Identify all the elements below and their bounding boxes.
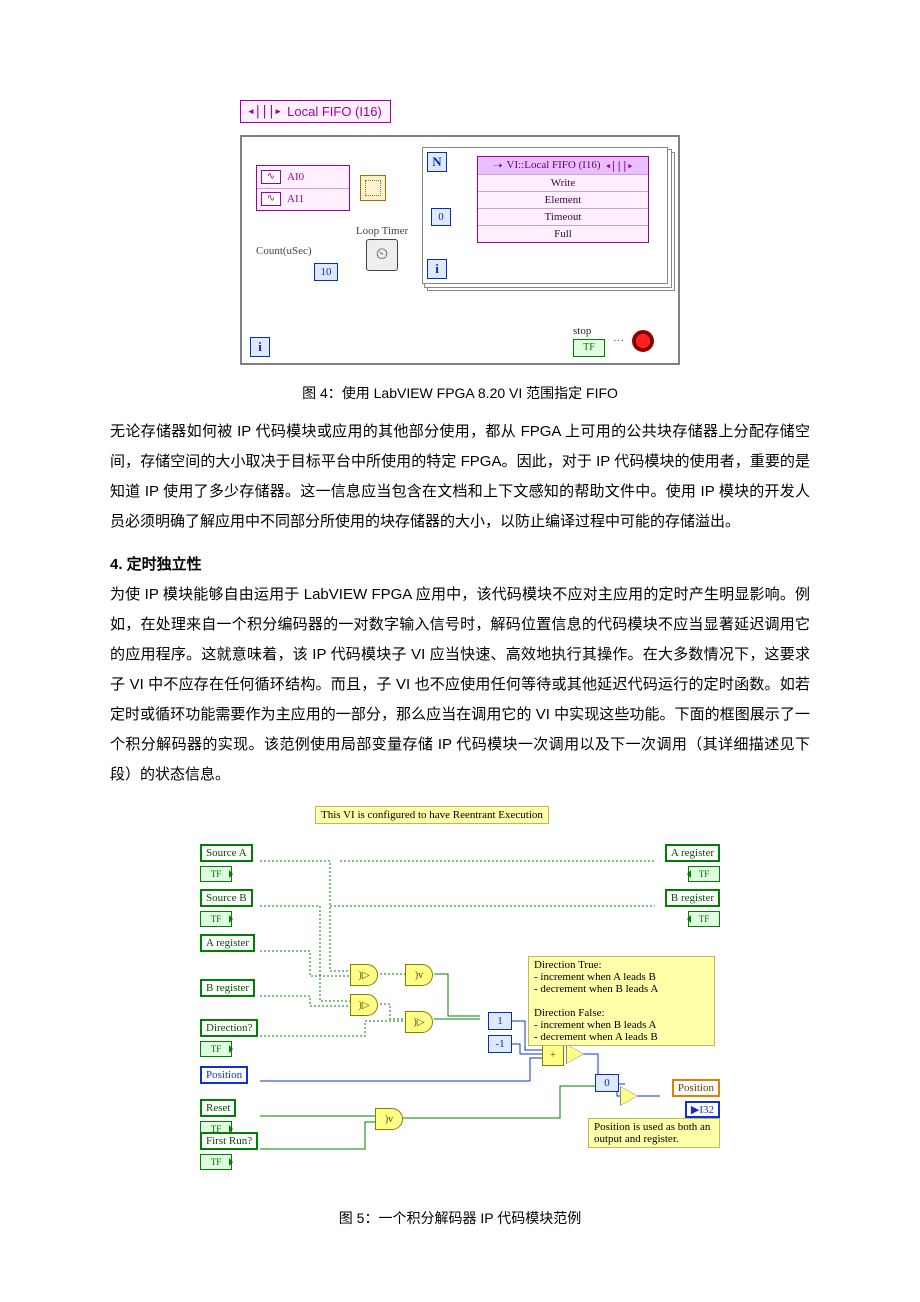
b-register-indicator: B register TF <box>665 889 720 927</box>
waveform-icon: ∿ <box>261 192 281 206</box>
local-fifo-node: ◂|||▸ Local FIFO (I16) <box>240 100 391 123</box>
reentrant-note: This VI is configured to have Reentrant … <box>315 806 549 824</box>
source-b-label: Source B <box>200 889 253 907</box>
vi-fifo-timeout-row: Timeout <box>478 208 648 225</box>
ai1-row: ∿ AI1 <box>257 189 349 211</box>
reset-label: Reset <box>200 1099 236 1117</box>
xor-gate-3: )▷ <box>405 1011 433 1033</box>
const-1: 1 <box>488 1012 512 1030</box>
vi-fifo-full-row: Full <box>478 225 648 242</box>
figure-4: ◂|||▸ Local FIFO (I16) i ∿ AI0 ∿ AI1 Cou… <box>240 100 680 365</box>
select-reset <box>620 1086 638 1106</box>
i32-type: ▶I32 <box>685 1101 720 1118</box>
direction-control: Direction? TF <box>200 1019 258 1057</box>
const-zero: 0 <box>431 208 451 226</box>
position-note: Position is used as both an output and r… <box>588 1118 720 1148</box>
or-gate-reset: )v <box>375 1108 403 1130</box>
const-0: 0 <box>595 1074 619 1092</box>
tf-indicator: TF <box>200 1041 232 1057</box>
stop-label: stop <box>573 325 591 337</box>
or-gate: )v <box>405 964 433 986</box>
tf-indicator: TF <box>688 911 720 927</box>
xor-gate-2: )▷ <box>350 994 378 1016</box>
const-10: 10 <box>314 263 338 281</box>
tf-indicator: TF <box>200 1154 232 1170</box>
stop-area: stop TF ··· <box>573 325 654 357</box>
stop-tf-indicator: TF <box>573 339 605 357</box>
a-register-label: A register <box>665 844 720 862</box>
vi-fifo-header: ➝ VI::Local FIFO (I16) ◂|||▸ <box>478 157 648 174</box>
a-register-local: A register <box>200 934 255 955</box>
paragraph-1: 无论存储器如何被 IP 代码模块或应用的其他部分使用，都从 FPGA 上可用的公… <box>110 417 810 537</box>
analog-input-node: ∿ AI0 ∿ AI1 <box>256 165 350 211</box>
build-array-icon <box>360 175 386 201</box>
heading-4: 4. 定时独立性 <box>110 553 810 574</box>
position-label: Position <box>200 1066 248 1084</box>
fifo-glyph-icon: ◂|||▸ <box>247 104 281 119</box>
figure-5: This VI is configured to have Reentrant … <box>200 806 720 1186</box>
tf-indicator: TF <box>688 866 720 882</box>
b-register-local: B register <box>200 979 255 1000</box>
ai0-label: AI0 <box>287 171 304 183</box>
loop-timer: Loop Timer ⏲ <box>352 225 412 271</box>
vi-fifo-element-row: Element <box>478 191 648 208</box>
xor-gate-1: )▷ <box>350 964 378 986</box>
waveform-icon: ∿ <box>261 170 281 184</box>
clock-icon: ⏲ <box>366 239 398 271</box>
block-diagram-outer: i ∿ AI0 ∿ AI1 Count(uSec) 10 Loop Timer <box>240 135 680 365</box>
b-register-label: B register <box>200 979 255 997</box>
count-usec: Count(uSec) <box>256 245 312 257</box>
local-fifo-label: Local FIFO (I16) <box>287 104 382 119</box>
const-neg1: -1 <box>488 1035 512 1053</box>
position-indicator: Position ▶I32 <box>672 1079 720 1121</box>
position-out-label: Position <box>672 1079 720 1097</box>
fifo-glyph-icon: ◂|||▸ <box>605 159 633 172</box>
figure-4-caption: 图 4：使用 LabVIEW FPGA 8.20 VI 范围指定 FIFO <box>110 383 810 403</box>
for-loop: N 0 i ➝ VI::Local FIFO (I16) ◂|||▸ Write… <box>422 147 668 284</box>
figure-5-caption: 图 5：一个积分解码器 IP 代码模块范例 <box>110 1208 810 1228</box>
count-label: Count(uSec) <box>256 245 312 257</box>
stop-button-icon <box>632 330 654 352</box>
vi-fifo-header-text: VI::Local FIFO (I16) <box>507 159 601 172</box>
a-register-indicator: A register TF <box>665 844 720 882</box>
wire-dots: ··· <box>613 335 624 347</box>
source-a-label: Source A <box>200 844 253 862</box>
b-register-label: B register <box>665 889 720 907</box>
i-terminal-outer: i <box>250 337 270 357</box>
direction-note: Direction True: - increment when A leads… <box>528 956 715 1046</box>
arrow-icon: ➝ <box>493 159 502 172</box>
tf-indicator: TF <box>200 911 232 927</box>
position-local: Position <box>200 1066 248 1087</box>
a-register-label: A register <box>200 934 255 952</box>
paragraph-2: 为使 IP 模块能够自由运用于 LabVIEW FPGA 应用中，该代码模块不应… <box>110 580 810 790</box>
document-page: ◂|||▸ Local FIFO (I16) i ∿ AI0 ∿ AI1 Cou… <box>0 0 920 1302</box>
select-2 <box>566 1044 584 1064</box>
ai0-row: ∿ AI0 <box>257 166 349 189</box>
const-10-value: 10 <box>314 263 338 281</box>
first-run-label: First Run? <box>200 1132 258 1150</box>
ai1-label: AI1 <box>287 193 304 205</box>
i-terminal-for: i <box>427 259 447 279</box>
vi-fifo-write-row: Write <box>478 174 648 191</box>
vi-fifo-write: ➝ VI::Local FIFO (I16) ◂|||▸ Write Eleme… <box>477 156 649 243</box>
first-run-control: First Run? TF <box>200 1132 258 1170</box>
add-icon: + <box>542 1044 564 1066</box>
N-terminal: N <box>427 152 447 172</box>
tf-indicator: TF <box>200 866 232 882</box>
loop-timer-label: Loop Timer <box>356 225 408 237</box>
direction-label: Direction? <box>200 1019 258 1037</box>
source-a-control: Source A TF <box>200 844 253 882</box>
source-b-control: Source B TF <box>200 889 253 927</box>
